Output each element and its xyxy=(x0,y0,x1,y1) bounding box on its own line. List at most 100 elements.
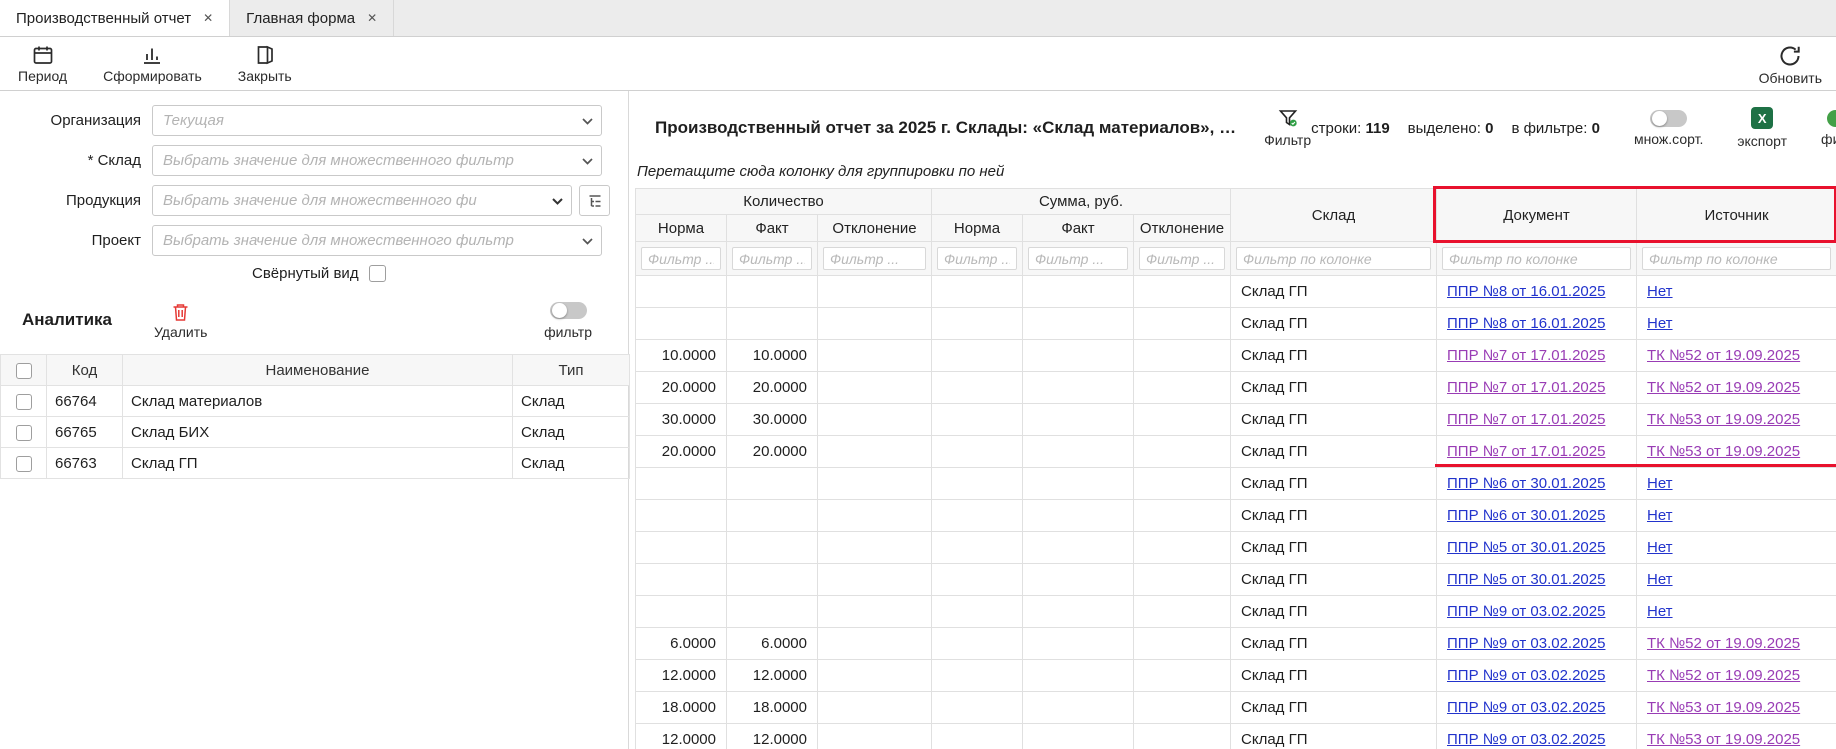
export-button[interactable]: экспорт xyxy=(1737,107,1787,149)
document-link[interactable]: ППР №7 от 17.01.2025 xyxy=(1447,379,1605,396)
analytics-row[interactable]: 66764Склад материаловСклад xyxy=(1,386,630,417)
project-input[interactable] xyxy=(153,226,601,255)
period-button[interactable]: Период xyxy=(18,44,67,84)
source-link[interactable]: Нет xyxy=(1647,539,1673,556)
document-link[interactable]: ППР №8 от 16.01.2025 xyxy=(1447,283,1605,300)
row-checkbox[interactable] xyxy=(16,425,32,441)
tree-select-button[interactable] xyxy=(579,185,610,216)
organization-select[interactable] xyxy=(152,105,602,136)
source-link[interactable]: ТК №53 от 19.09.2025 xyxy=(1647,411,1800,428)
document-link[interactable]: ППР №7 от 17.01.2025 xyxy=(1447,347,1605,364)
chevron-down-icon[interactable] xyxy=(582,158,593,165)
chevron-down-icon[interactable] xyxy=(582,118,593,125)
generate-button[interactable]: Сформировать xyxy=(103,44,202,84)
warehouse-select[interactable] xyxy=(152,145,602,176)
report-row[interactable]: 10.000010.0000Склад ГПППР №7 от 17.01.20… xyxy=(636,340,1836,372)
col-header-qty-norm[interactable]: Норма xyxy=(636,215,727,242)
sum-deviation-filter-input[interactable] xyxy=(1139,247,1225,270)
filter-toggle[interactable] xyxy=(1827,110,1836,127)
select-all-checkbox[interactable] xyxy=(16,363,32,379)
collapsed-view-checkbox[interactable] xyxy=(369,265,386,282)
document-link[interactable]: ППР №9 от 03.02.2025 xyxy=(1447,699,1605,716)
col-header-warehouse[interactable]: Склад xyxy=(1231,189,1437,242)
chevron-down-icon[interactable] xyxy=(552,198,563,205)
source-link[interactable]: Нет xyxy=(1647,283,1673,300)
organization-input[interactable] xyxy=(153,106,601,135)
document-link[interactable]: ППР №9 от 03.02.2025 xyxy=(1447,635,1605,652)
document-link[interactable]: ППР №7 от 17.01.2025 xyxy=(1447,443,1605,460)
col-header-sum-fact[interactable]: Факт xyxy=(1023,215,1134,242)
filter-button[interactable]: Фильтр xyxy=(1264,108,1311,148)
report-row[interactable]: Склад ГПППР №6 от 30.01.2025Нет xyxy=(636,500,1836,532)
report-row[interactable]: Склад ГПППР №8 от 16.01.2025Нет xyxy=(636,308,1836,340)
close-button[interactable]: Закрыть xyxy=(238,44,292,84)
col-header-qty-deviation[interactable]: Отклонение xyxy=(818,215,932,242)
col-header-source[interactable]: Источник xyxy=(1637,189,1836,242)
col-header-sum-norm[interactable]: Норма xyxy=(932,215,1023,242)
source-link[interactable]: Нет xyxy=(1647,475,1673,492)
document-link[interactable]: ППР №6 от 30.01.2025 xyxy=(1447,507,1605,524)
sum-norm-filter-input[interactable] xyxy=(937,247,1017,270)
tab-production-report[interactable]: Производственный отчет xyxy=(0,0,230,36)
chevron-down-icon[interactable] xyxy=(582,238,593,245)
grouping-hint[interactable]: Перетащите сюда колонку для группировки … xyxy=(637,163,1836,180)
document-filter-input[interactable] xyxy=(1442,247,1631,270)
col-header-code[interactable]: Код xyxy=(47,355,123,386)
source-link[interactable]: ТК №53 от 19.09.2025 xyxy=(1647,443,1800,460)
multisort-toggle[interactable] xyxy=(1650,110,1687,127)
warehouse-filter-input[interactable] xyxy=(1236,247,1431,270)
source-link[interactable]: Нет xyxy=(1647,315,1673,332)
production-input[interactable] xyxy=(153,186,571,215)
multisort-toggle-group[interactable]: множ.сорт. xyxy=(1634,110,1703,147)
close-tab-icon[interactable] xyxy=(203,12,213,24)
report-row[interactable]: 12.000012.0000Склад ГПППР №9 от 03.02.20… xyxy=(636,724,1836,749)
filter-toggle-group[interactable]: фильтр xyxy=(1821,110,1836,147)
document-link[interactable]: ППР №5 от 30.01.2025 xyxy=(1447,571,1605,588)
source-link[interactable]: Нет xyxy=(1647,571,1673,588)
warehouse-input[interactable] xyxy=(153,146,601,175)
report-row[interactable]: 20.000020.0000Склад ГПППР №7 от 17.01.20… xyxy=(636,436,1836,468)
source-link[interactable]: ТК №53 от 19.09.2025 xyxy=(1647,731,1800,748)
close-tab-icon[interactable] xyxy=(367,12,377,24)
document-link[interactable]: ППР №9 от 03.02.2025 xyxy=(1447,731,1605,748)
source-link[interactable]: ТК №52 от 19.09.2025 xyxy=(1647,667,1800,684)
col-header-name[interactable]: Наименование xyxy=(123,355,513,386)
qty-deviation-filter-input[interactable] xyxy=(823,247,926,270)
report-row[interactable]: 12.000012.0000Склад ГПППР №9 от 03.02.20… xyxy=(636,660,1836,692)
report-row[interactable]: Склад ГПППР №9 от 03.02.2025Нет xyxy=(636,596,1836,628)
document-link[interactable]: ППР №6 от 30.01.2025 xyxy=(1447,475,1605,492)
analytics-filter-toggle[interactable] xyxy=(550,302,587,319)
row-checkbox[interactable] xyxy=(16,456,32,472)
document-link[interactable]: ППР №7 от 17.01.2025 xyxy=(1447,411,1605,428)
report-row[interactable]: 20.000020.0000Склад ГПППР №7 от 17.01.20… xyxy=(636,372,1836,404)
qty-norm-filter-input[interactable] xyxy=(641,247,721,270)
report-row[interactable]: Склад ГПППР №5 от 30.01.2025Нет xyxy=(636,532,1836,564)
source-link[interactable]: ТК №52 от 19.09.2025 xyxy=(1647,347,1800,364)
qty-fact-filter-input[interactable] xyxy=(732,247,812,270)
col-header-qty-fact[interactable]: Факт xyxy=(727,215,818,242)
report-row[interactable]: Склад ГПППР №8 от 16.01.2025Нет xyxy=(636,276,1836,308)
analytics-filter-toggle-group[interactable]: фильтр xyxy=(544,302,592,340)
report-row[interactable]: Склад ГПППР №5 от 30.01.2025Нет xyxy=(636,564,1836,596)
project-select[interactable] xyxy=(152,225,602,256)
report-row[interactable]: 18.000018.0000Склад ГПППР №9 от 03.02.20… xyxy=(636,692,1836,724)
tab-main-form[interactable]: Главная форма xyxy=(230,0,394,36)
document-link[interactable]: ППР №8 от 16.01.2025 xyxy=(1447,315,1605,332)
row-checkbox[interactable] xyxy=(16,394,32,410)
analytics-row[interactable]: 66765Склад БИХСклад xyxy=(1,417,630,448)
source-link[interactable]: ТК №52 от 19.09.2025 xyxy=(1647,635,1800,652)
source-link[interactable]: ТК №52 от 19.09.2025 xyxy=(1647,379,1800,396)
delete-button[interactable]: Удалить xyxy=(154,302,207,340)
source-link[interactable]: ТК №53 от 19.09.2025 xyxy=(1647,699,1800,716)
source-link[interactable]: Нет xyxy=(1647,603,1673,620)
col-header-type[interactable]: Тип xyxy=(513,355,630,386)
col-header-document[interactable]: Документ xyxy=(1437,189,1637,242)
report-row[interactable]: 30.000030.0000Склад ГПППР №7 от 17.01.20… xyxy=(636,404,1836,436)
report-row[interactable]: Склад ГПППР №6 от 30.01.2025Нет xyxy=(636,468,1836,500)
refresh-button[interactable]: Обновить xyxy=(1759,44,1822,86)
document-link[interactable]: ППР №5 от 30.01.2025 xyxy=(1447,539,1605,556)
source-filter-input[interactable] xyxy=(1642,247,1831,270)
document-link[interactable]: ППР №9 от 03.02.2025 xyxy=(1447,667,1605,684)
analytics-row[interactable]: 66763Склад ГПСклад xyxy=(1,448,630,479)
report-row[interactable]: 6.00006.0000Склад ГПППР №9 от 03.02.2025… xyxy=(636,628,1836,660)
